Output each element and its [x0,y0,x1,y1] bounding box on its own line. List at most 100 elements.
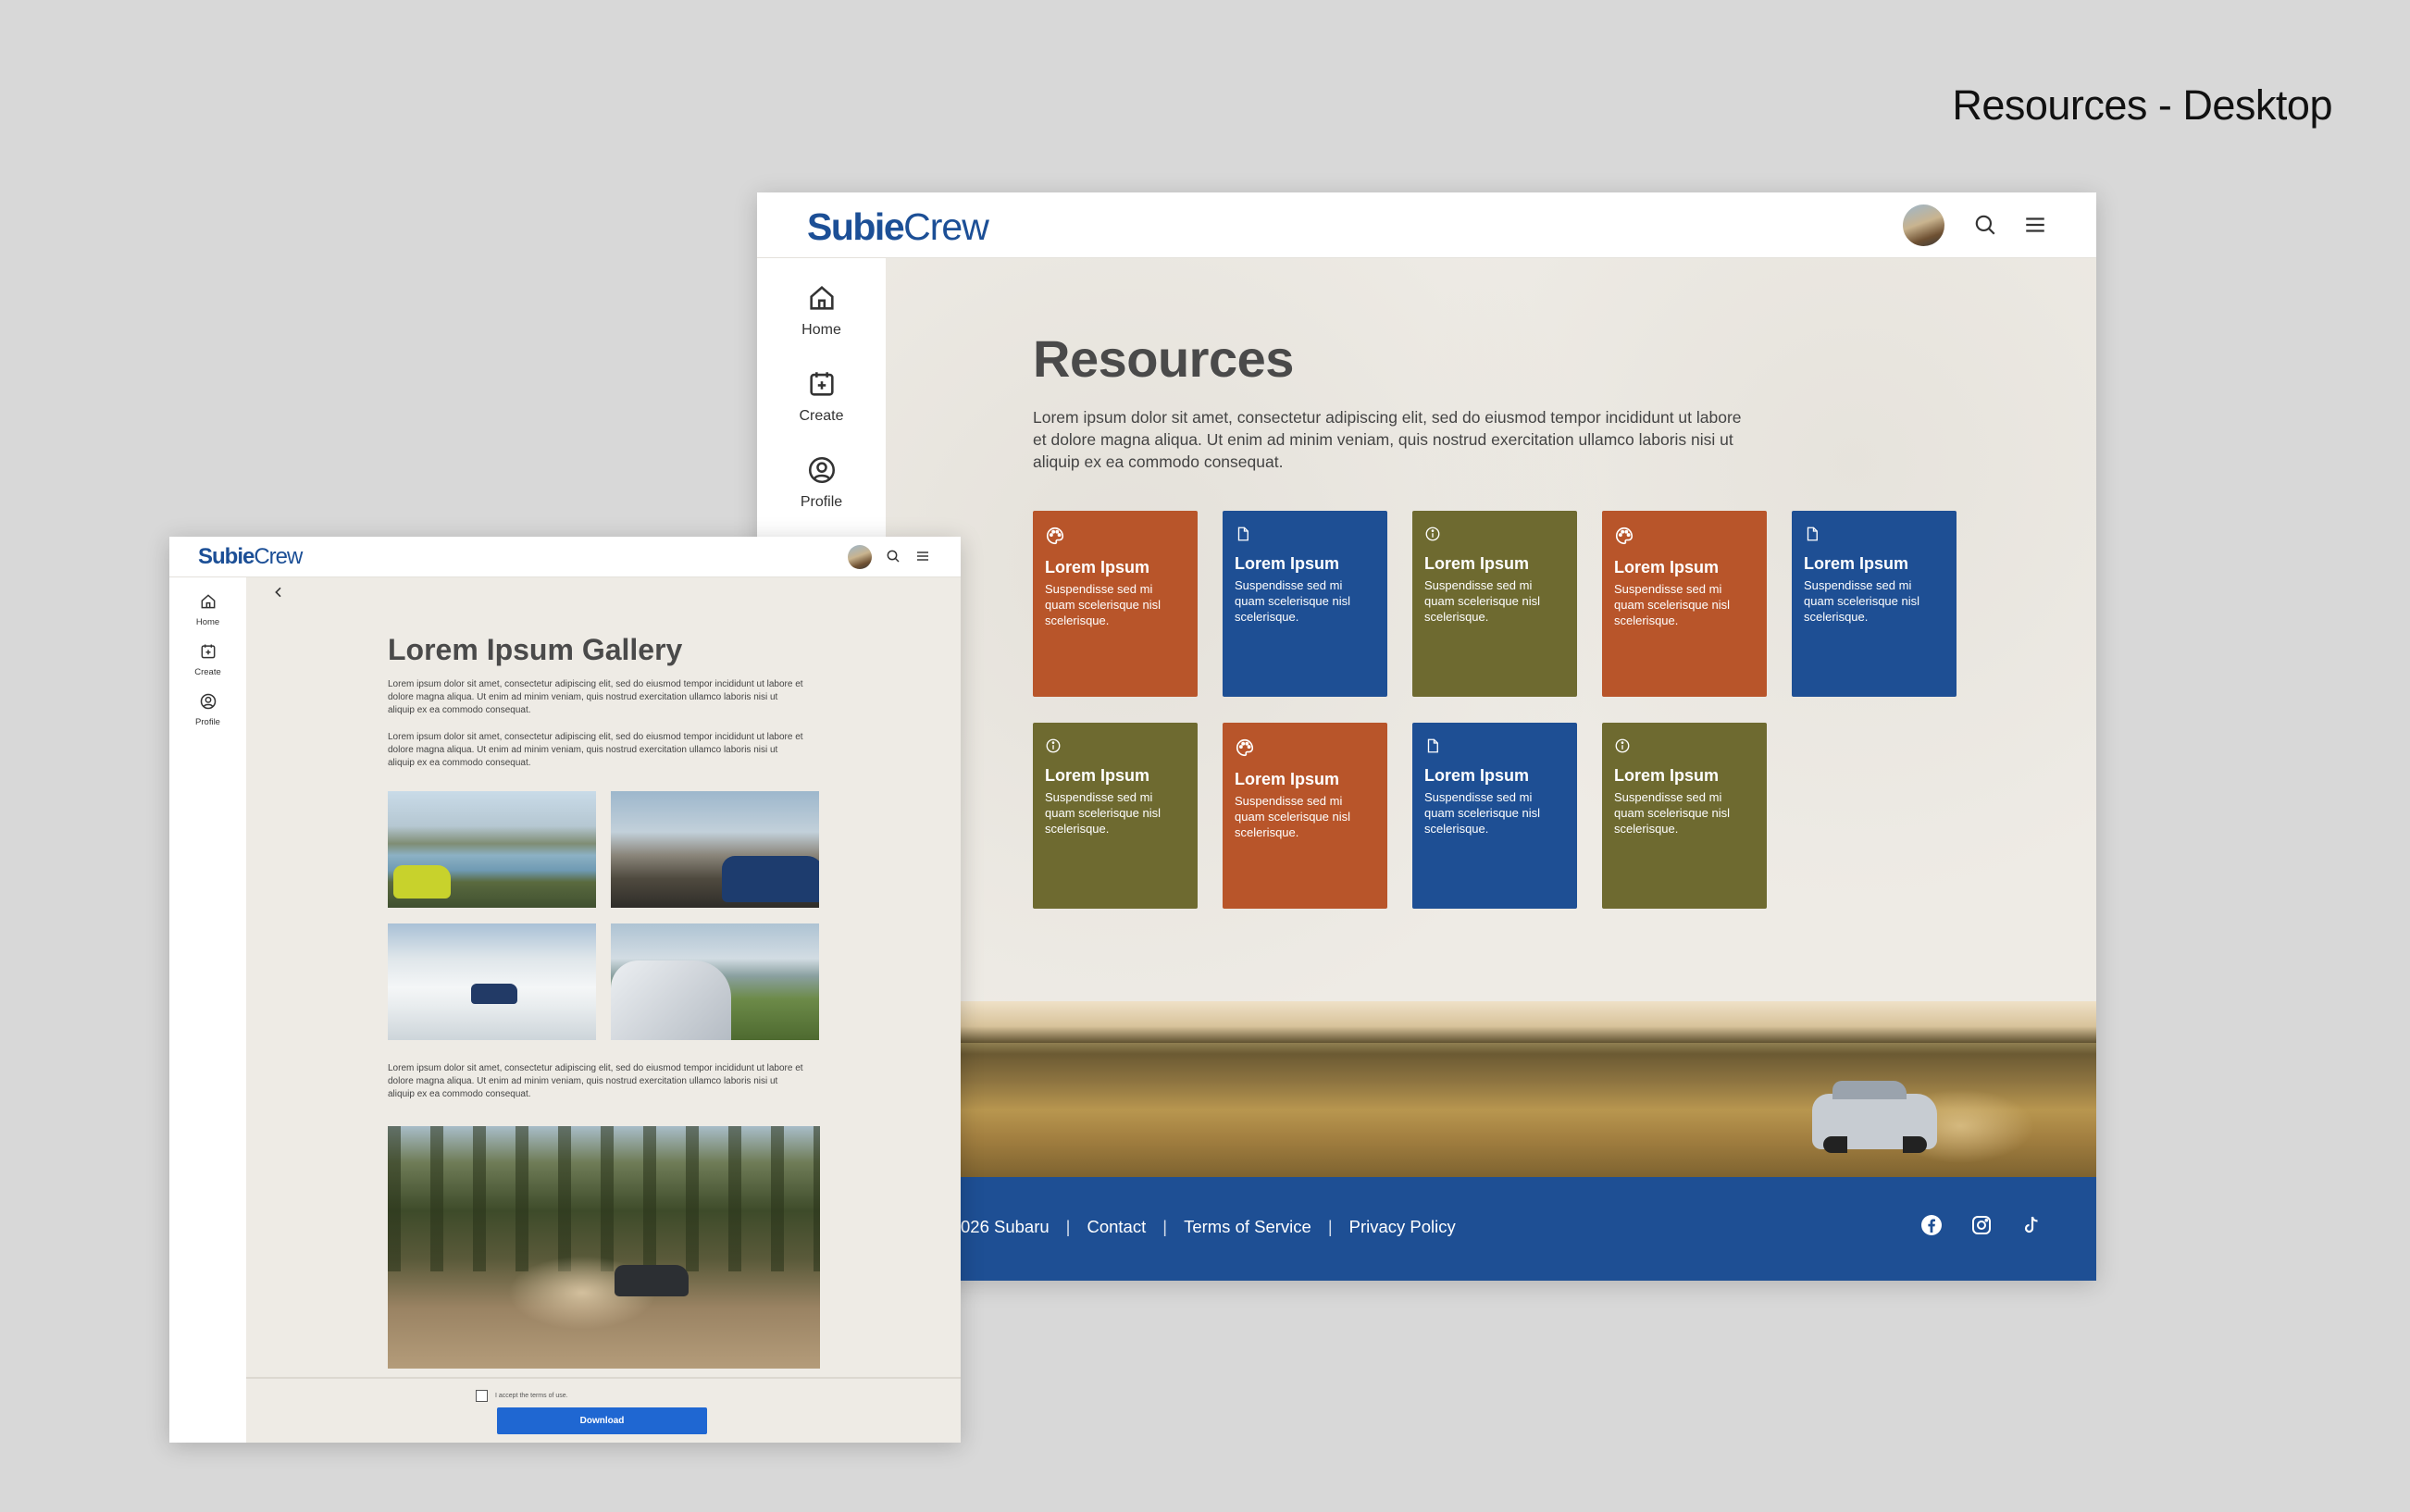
sidebar-item-label: Create [194,667,221,677]
site-footer: 026 Subaru | Contact | Terms of Service … [961,1177,2096,1281]
instagram-icon[interactable] [1970,1214,1993,1236]
logo-bold-text: Subie [807,205,905,248]
logo-bold-text: Subie [198,544,255,569]
sidebar-item-create[interactable]: Create [757,368,886,425]
resource-card-title: Lorem Ipsum [1804,554,1909,573]
footer-separator: | [1327,1217,1333,1236]
resource-card-title: Lorem Ipsum [1614,558,1720,576]
footer-link-privacy[interactable]: Privacy Policy [1349,1217,1456,1237]
calendar-plus-icon [809,372,834,396]
logo-light-text: Crew [254,544,303,569]
resource-card-title: Lorem Ipsum [1424,766,1530,785]
sidebar-item-profile[interactable]: Profile [757,454,886,511]
sidebar-item-label: Home [195,617,220,627]
photo-car [611,960,731,1040]
resource-card-title: Lorem Ipsum [1235,554,1340,573]
photo-car [722,856,819,902]
gallery-paragraph: Lorem ipsum dolor sit amet, consectetur … [388,732,803,768]
user-circle-icon [200,693,216,710]
gallery-paragraph: Lorem ipsum dolor sit amet, consectetur … [388,679,803,715]
resource-card-title: Lorem Ipsum [1045,766,1150,785]
social-links [1920,1214,2043,1236]
calendar-plus-icon [201,644,215,659]
gallery-photo[interactable] [388,923,596,1040]
document-icon [1235,526,1375,547]
resource-card-title: Lorem Ipsum [1235,770,1340,788]
sidebar-item-label: Profile [800,494,843,510]
resource-card-body: Suspendisse sed mi quam scelerisque nisl… [1235,794,1351,839]
photo-car [615,1265,689,1296]
download-bar: I accept the terms of use. Download [246,1377,961,1443]
hero-car [1812,1081,1937,1153]
hamburger-menu-icon[interactable] [2023,213,2047,242]
resource-card-title: Lorem Ipsum [1045,558,1150,576]
document-icon [1424,737,1565,759]
home-icon [201,594,215,609]
page-label: Resources - Desktop [1952,81,2332,129]
intro-text: Lorem ipsum dolor sit amet, consectetur … [1033,408,1742,471]
gallery-title: Lorem Ipsum Gallery [388,633,683,666]
resource-card-title: Lorem Ipsum [1424,554,1530,573]
sidebar-item-label: Home [801,322,841,338]
home-icon [809,285,834,310]
photo-car [471,984,517,1004]
resource-card[interactable]: Lorem Ipsum Suspendisse sed mi quam scele… [1602,511,1767,697]
resource-card-title: Lorem Ipsum [1614,766,1720,785]
info-icon [1045,737,1186,759]
resource-card[interactable]: Lorem Ipsum Suspendisse sed mi quam scele… [1033,511,1198,697]
page-title: Resources [1033,329,1294,388]
gallery-header: SubieCrew [169,537,961,577]
resource-card[interactable]: Lorem Ipsum Suspendisse sed mi quam scele… [1792,511,1957,697]
sidebar-item-home[interactable]: Home [169,592,246,627]
photo-trees [388,1126,820,1272]
sidebar-item-profile[interactable]: Profile [169,692,246,727]
palette-icon [1614,526,1755,551]
resource-card[interactable]: Lorem Ipsum Suspendisse sed mi quam scele… [1223,511,1387,697]
facebook-icon[interactable] [1920,1214,1943,1236]
sidebar-item-create[interactable]: Create [169,642,246,677]
gallery-paragraph: Lorem ipsum dolor sit amet, consectetur … [388,1063,803,1099]
resource-card[interactable]: Lorem Ipsum Suspendisse sed mi quam scele… [1412,511,1577,697]
palette-icon [1235,737,1375,762]
user-circle-icon [808,456,835,484]
resource-card-body: Suspendisse sed mi quam scelerisque nisl… [1424,578,1541,624]
sidebar-item-label: Profile [195,717,220,727]
footer-link-terms[interactable]: Terms of Service [1184,1217,1311,1237]
search-icon[interactable] [1973,213,1997,242]
gallery-photo[interactable] [388,791,596,908]
resource-card[interactable]: Lorem Ipsum Suspendisse sed mi quam scele… [1223,723,1387,909]
sidebar-item-home[interactable]: Home [757,282,886,339]
logo-light-text: Crew [903,205,989,248]
tiktok-icon[interactable] [2020,1214,2043,1236]
footer-copyright: 026 Subaru [961,1217,1050,1236]
gallery-feature-photo[interactable] [388,1126,820,1369]
avatar[interactable] [848,545,872,569]
sidebar-item-label: Create [799,408,844,424]
footer-separator: | [1162,1217,1168,1236]
info-icon [1614,737,1755,759]
resource-card[interactable]: Lorem Ipsum Suspendisse sed mi quam scele… [1602,723,1767,909]
resource-card[interactable]: Lorem Ipsum Suspendisse sed mi quam scele… [1033,723,1198,909]
resource-card-body: Suspendisse sed mi quam scelerisque nisl… [1614,582,1731,627]
terms-row: I accept the terms of use. [476,1390,568,1402]
search-icon[interactable] [886,549,901,568]
footer-links: 026 Subaru | Contact | Terms of Service … [961,1217,1456,1237]
gallery-sidebar: Home Create Profile [169,577,246,1443]
download-button[interactable]: Download [497,1407,707,1434]
resource-card-body: Suspendisse sed mi quam scelerisque nisl… [1614,790,1731,836]
footer-link-contact[interactable]: Contact [1087,1217,1146,1237]
info-icon [1424,526,1565,547]
gallery-photo[interactable] [611,791,819,908]
hamburger-menu-icon[interactable] [915,549,930,568]
back-chevron-icon[interactable] [271,585,286,604]
document-icon [1804,526,1944,547]
subiecrew-logo[interactable]: SubieCrew [198,544,303,570]
avatar[interactable] [1903,204,1944,246]
hero-horizon [961,1001,2096,1043]
subiecrew-logo[interactable]: SubieCrew [807,205,989,249]
gallery-photo[interactable] [611,923,819,1040]
terms-checkbox[interactable] [476,1390,488,1402]
hero-landscape-image [961,1001,2096,1177]
resource-card[interactable]: Lorem Ipsum Suspendisse sed mi quam scele… [1412,723,1577,909]
terms-label: I accept the terms of use. [495,1393,568,1399]
